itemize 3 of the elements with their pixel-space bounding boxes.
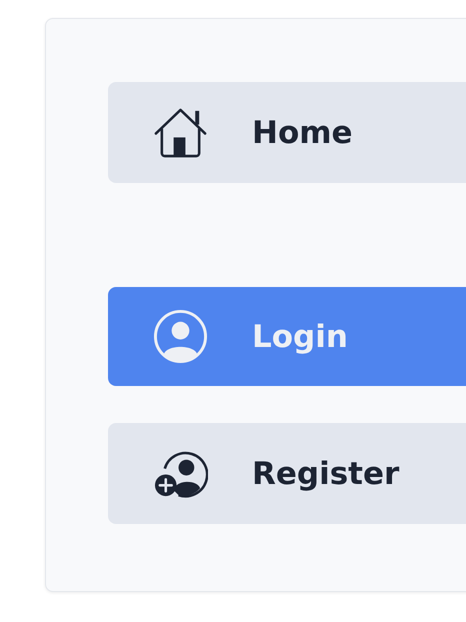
user-icon <box>153 309 208 364</box>
nav-item[interactable]: Register <box>108 423 466 524</box>
nav-item[interactable]: Home <box>108 82 466 183</box>
